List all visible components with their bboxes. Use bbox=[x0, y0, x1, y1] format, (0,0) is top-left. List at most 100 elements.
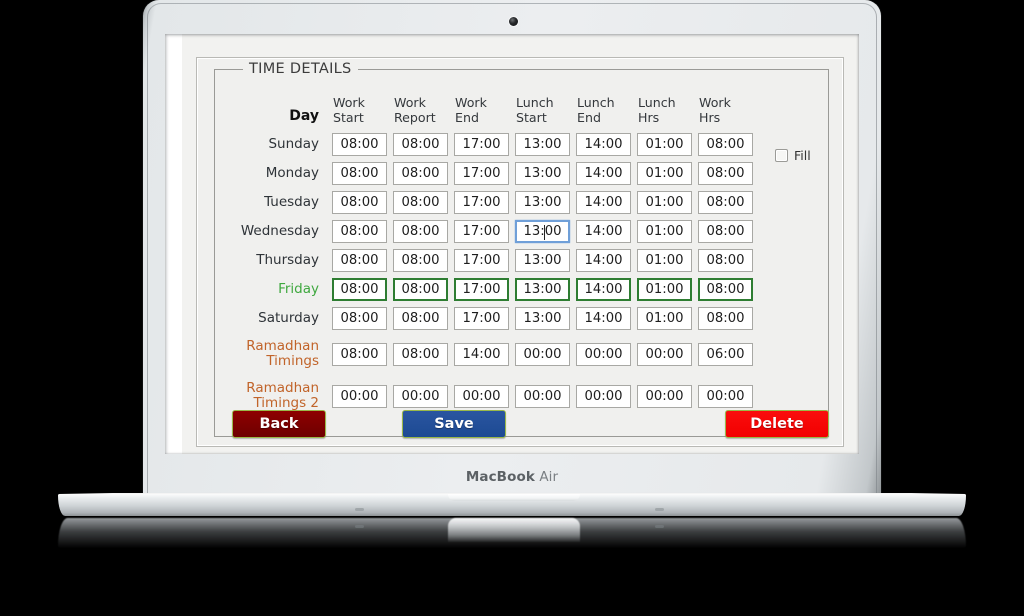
time-input[interactable]: 00:00 bbox=[332, 384, 387, 408]
time-input[interactable]: 00:00 bbox=[637, 384, 692, 408]
time-details-fieldset: TIME DETAILS Day Work Start Work Report bbox=[214, 61, 829, 438]
time-input[interactable]: 17:00 bbox=[454, 133, 509, 156]
column-header-line1: Work bbox=[333, 95, 365, 110]
fill-checkbox[interactable] bbox=[775, 149, 788, 162]
day-label: Ramadhan Timings bbox=[216, 338, 332, 369]
time-input[interactable]: 17:00 bbox=[454, 220, 509, 243]
time-input[interactable]: 13:00 bbox=[515, 220, 570, 243]
time-input[interactable]: 17:00 bbox=[454, 249, 509, 272]
back-button[interactable]: Back bbox=[232, 410, 326, 438]
time-input[interactable]: 08:00 bbox=[393, 220, 448, 243]
time-input[interactable]: 13:00 bbox=[515, 249, 570, 272]
time-input[interactable]: 17:00 bbox=[454, 307, 509, 330]
time-input[interactable]: 08:00 bbox=[332, 133, 387, 156]
time-input[interactable]: 08:00 bbox=[393, 278, 448, 301]
time-input[interactable]: 08:00 bbox=[332, 220, 387, 243]
device-label: MacBook Air bbox=[466, 469, 558, 485]
time-input[interactable]: 00:00 bbox=[515, 384, 570, 408]
time-input[interactable]: 08:00 bbox=[698, 278, 753, 301]
time-input[interactable]: 08:00 bbox=[698, 220, 753, 243]
time-input[interactable]: 13:00 bbox=[515, 162, 570, 185]
time-input[interactable]: 17:00 bbox=[454, 191, 509, 214]
time-cell: 17:00 bbox=[454, 133, 515, 156]
table-row: Monday 08:00 08:00 17:00 13:00 14:00 01:00 08:0… bbox=[216, 159, 829, 188]
time-input[interactable]: 01:00 bbox=[637, 162, 692, 185]
time-input[interactable]: 08:00 bbox=[698, 307, 753, 330]
time-input[interactable]: 00:00 bbox=[698, 384, 753, 408]
time-details-table: Day Work Start Work Report Work End Lunc… bbox=[216, 94, 829, 417]
time-input[interactable]: 08:00 bbox=[393, 342, 448, 366]
time-cell: 01:00 bbox=[637, 191, 698, 214]
time-input[interactable]: 08:00 bbox=[332, 307, 387, 330]
time-input[interactable]: 08:00 bbox=[332, 191, 387, 214]
app-panel: TIME DETAILS Day Work Start Work Report bbox=[196, 57, 844, 447]
time-input[interactable]: 00:00 bbox=[393, 384, 448, 408]
time-cell: 00:00 bbox=[698, 384, 759, 408]
time-input[interactable]: 01:00 bbox=[637, 191, 692, 214]
save-button[interactable]: Save bbox=[402, 410, 506, 438]
time-cell: 08:00 bbox=[698, 307, 759, 330]
time-input[interactable]: 01:00 bbox=[637, 249, 692, 272]
table-header-row: Day Work Start Work Report Work End Lunc… bbox=[216, 94, 829, 130]
table-row: Saturday 08:00 08:00 17:00 13:00 14:00 01:00 08… bbox=[216, 304, 829, 333]
column-header-work-report: Work Report bbox=[393, 95, 454, 126]
time-input[interactable]: 13:00 bbox=[515, 191, 570, 214]
time-input[interactable]: 08:00 bbox=[698, 191, 753, 214]
table-row: Friday 08:00 08:00 17:00 13:00 14:00 01:00 08:0… bbox=[216, 275, 829, 304]
time-cell: 08:00 bbox=[332, 162, 393, 185]
time-input[interactable]: 08:00 bbox=[698, 133, 753, 156]
time-input[interactable]: 14:00 bbox=[576, 249, 631, 272]
time-cell: 08:00 bbox=[698, 133, 759, 156]
time-cell: 14:00 bbox=[576, 162, 637, 185]
fill-checkbox-group[interactable]: Fill bbox=[775, 148, 811, 163]
day-label: Tuesday bbox=[264, 193, 319, 210]
column-header-line1: Work bbox=[394, 95, 426, 110]
time-input[interactable]: 13:00 bbox=[515, 278, 570, 301]
time-input[interactable]: 08:00 bbox=[393, 162, 448, 185]
time-input[interactable]: 06:00 bbox=[698, 342, 753, 366]
time-input[interactable]: 08:00 bbox=[332, 278, 387, 301]
time-input[interactable]: 14:00 bbox=[576, 307, 631, 330]
time-input[interactable]: 08:00 bbox=[332, 162, 387, 185]
time-input[interactable]: 08:00 bbox=[393, 249, 448, 272]
time-cell: 08:00 bbox=[698, 220, 759, 243]
time-input[interactable]: 17:00 bbox=[454, 162, 509, 185]
time-input[interactable]: 08:00 bbox=[332, 249, 387, 272]
time-cell: 08:00 bbox=[332, 191, 393, 214]
time-input[interactable]: 14:00 bbox=[454, 342, 509, 366]
time-input[interactable]: 00:00 bbox=[637, 342, 692, 366]
time-input[interactable]: 01:00 bbox=[637, 220, 692, 243]
time-cell: 14:00 bbox=[576, 133, 637, 156]
time-input[interactable]: 08:00 bbox=[393, 191, 448, 214]
time-input[interactable]: 01:00 bbox=[637, 278, 692, 301]
time-input[interactable]: 13:00 bbox=[515, 307, 570, 330]
time-input[interactable]: 00:00 bbox=[576, 342, 631, 366]
column-header-work-start: Work Start bbox=[332, 95, 393, 126]
time-input[interactable]: 14:00 bbox=[576, 133, 631, 156]
column-header-line1: Work bbox=[455, 95, 487, 110]
time-input[interactable]: 00:00 bbox=[454, 384, 509, 408]
time-input[interactable]: 14:00 bbox=[576, 162, 631, 185]
time-input[interactable]: 00:00 bbox=[576, 384, 631, 408]
time-input[interactable]: 14:00 bbox=[576, 191, 631, 214]
time-cell: 14:00 bbox=[576, 220, 637, 243]
time-input[interactable]: 13:00 bbox=[515, 133, 570, 156]
time-input[interactable]: 01:00 bbox=[637, 307, 692, 330]
column-header-line2: Hrs bbox=[638, 109, 660, 125]
time-input[interactable]: 14:00 bbox=[576, 278, 631, 301]
time-input[interactable]: 08:00 bbox=[393, 133, 448, 156]
delete-button[interactable]: Delete bbox=[725, 410, 829, 438]
time-input[interactable]: 08:00 bbox=[698, 249, 753, 272]
time-input[interactable]: 01:00 bbox=[637, 133, 692, 156]
table-row: Thursday 08:00 08:00 17:00 13:00 14:00 01:00 08… bbox=[216, 246, 829, 275]
time-cell: 13:00 bbox=[515, 307, 576, 330]
time-input[interactable]: 00:00 bbox=[515, 342, 570, 366]
column-header-line2: Start bbox=[333, 109, 364, 125]
time-input[interactable]: 08:00 bbox=[393, 307, 448, 330]
time-cell: 08:00 bbox=[393, 249, 454, 272]
day-label: Sunday bbox=[268, 135, 319, 152]
time-input[interactable]: 14:00 bbox=[576, 220, 631, 243]
time-input[interactable]: 17:00 bbox=[454, 278, 509, 301]
time-input[interactable]: 08:00 bbox=[698, 162, 753, 185]
time-input[interactable]: 08:00 bbox=[332, 342, 387, 366]
